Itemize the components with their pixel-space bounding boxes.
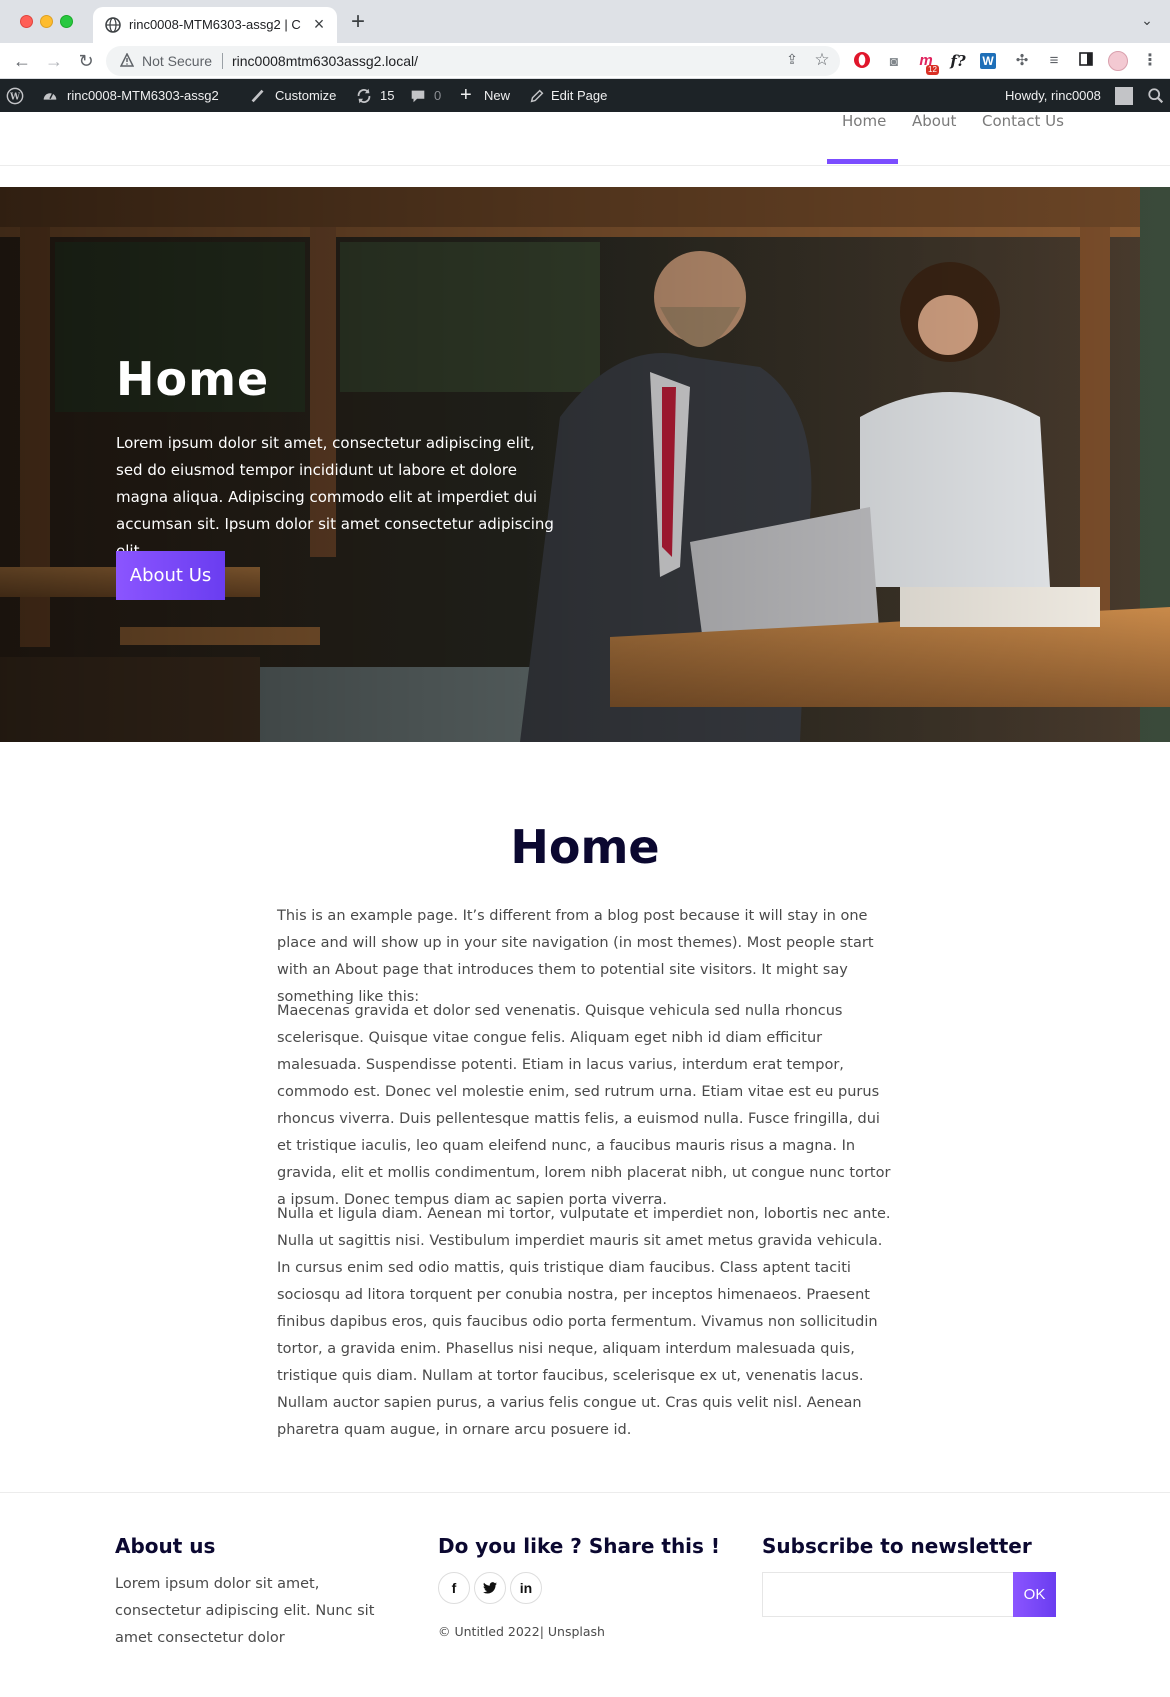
browser-tab-strip: rinc0008-MTM6303-assg2 | C × + ⌄ xyxy=(0,0,1170,43)
dashboard-gauge-icon[interactable] xyxy=(41,87,59,105)
site-header: Home About Contact Us xyxy=(0,112,1170,166)
browser-tab[interactable]: rinc0008-MTM6303-assg2 | C × xyxy=(93,7,337,43)
side-panel-glyph xyxy=(1079,52,1093,66)
admin-edit-page-link[interactable]: Edit Page xyxy=(551,79,607,112)
nav-item-home[interactable]: Home xyxy=(842,112,886,130)
maximize-window-button[interactable] xyxy=(60,15,73,28)
facebook-icon[interactable]: f xyxy=(438,1572,470,1604)
kebab-icon[interactable]: ⋮ xyxy=(1140,51,1160,71)
share-icon[interactable]: ⇪ xyxy=(782,51,802,71)
hero-description: Lorem ipsum dolor sit amet, consectetur … xyxy=(116,434,554,560)
content-paragraph-2: Maecenas gravida et dolor sed venenatis.… xyxy=(277,1003,891,1208)
star-icon[interactable]: ☆ xyxy=(812,50,832,70)
puzzle-icon[interactable]: ✣ xyxy=(1012,51,1032,71)
hero-banner: Home Lorem ipsum dolor sit amet, consect… xyxy=(0,187,1170,742)
comment-bubble-icon[interactable] xyxy=(409,87,427,105)
admin-user-avatar[interactable] xyxy=(1115,87,1133,105)
search-icon[interactable] xyxy=(1147,87,1165,105)
brush-icon[interactable] xyxy=(249,87,267,105)
pencil-icon[interactable] xyxy=(528,87,546,105)
new-tab-button[interactable]: + xyxy=(344,9,372,37)
admin-site-name[interactable]: rinc0008-MTM6303-assg2 xyxy=(67,79,219,112)
tab-title: rinc0008-MTM6303-assg2 | C xyxy=(129,17,301,32)
warning-icon[interactable] xyxy=(120,53,134,67)
about-us-button[interactable]: About Us xyxy=(116,551,225,600)
newsletter-email-input[interactable] xyxy=(762,1572,1014,1617)
plus-icon[interactable]: + xyxy=(460,79,472,112)
admin-howdy-user[interactable]: Howdy, rinc0008 xyxy=(1005,79,1101,112)
security-label[interactable]: Not Secure xyxy=(142,53,212,69)
opera-logo-icon xyxy=(854,52,870,68)
browser-toolbar: ← → ↻ Not Secure rinc0008mtm6303assg2.lo… xyxy=(0,43,1170,79)
media-control-icon[interactable]: ≡ xyxy=(1044,51,1064,71)
camera-extension-icon[interactable]: ◙ xyxy=(884,51,904,71)
content-paragraph-1: This is an example page. It’s different … xyxy=(277,908,874,1005)
twitter-bird-glyph xyxy=(483,1582,497,1594)
content-paragraph-3: Nulla et ligula diam. Aenean mi tortor, … xyxy=(277,1206,891,1438)
admin-customize-link[interactable]: Customize xyxy=(275,79,336,112)
updates-sync-icon[interactable] xyxy=(355,87,373,105)
admin-updates-count[interactable]: 15 xyxy=(380,79,394,112)
twitter-icon[interactable] xyxy=(474,1572,506,1604)
linkedin-icon[interactable]: in xyxy=(510,1572,542,1604)
footer-newsletter-title: Subscribe to newsletter xyxy=(762,1534,1032,1558)
close-tab-icon[interactable]: × xyxy=(307,12,331,36)
wp-admin-bar: W rinc0008-MTM6303-assg2 Customize 15 0 … xyxy=(0,79,1170,112)
extension-badge: 12 xyxy=(926,65,939,75)
footer-copyright: © Untitled 2022| Unsplash xyxy=(438,1624,605,1639)
footer-share-title: Do you like ? Share this ! xyxy=(438,1534,721,1558)
url-text[interactable]: rinc0008mtm6303assg2.local/ xyxy=(232,53,418,69)
active-nav-indicator xyxy=(827,159,898,164)
page-title: Home xyxy=(510,820,660,874)
divider xyxy=(222,53,223,69)
wordpress-logo-icon[interactable]: W xyxy=(6,87,24,105)
svg-text:W: W xyxy=(9,93,21,103)
newsletter-submit-button[interactable]: OK xyxy=(1013,1572,1056,1617)
hero-title: Home xyxy=(116,352,270,406)
side-panel-icon[interactable] xyxy=(1076,51,1096,71)
w-extension-icon[interactable]: W xyxy=(980,53,996,69)
address-bar[interactable]: Not Secure rinc0008mtm6303assg2.local/ ⇪… xyxy=(106,46,840,76)
nav-item-contact-us[interactable]: Contact Us xyxy=(982,112,1064,130)
nav-item-about[interactable]: About xyxy=(912,112,956,130)
admin-new-link[interactable]: New xyxy=(484,79,510,112)
reload-icon[interactable]: ↻ xyxy=(72,47,100,75)
close-window-button[interactable] xyxy=(20,15,33,28)
opera-extension-icon[interactable] xyxy=(852,51,872,71)
footer-about-title: About us xyxy=(115,1534,216,1558)
forward-icon[interactable]: → xyxy=(40,47,68,75)
footer-about-text: Lorem ipsum dolor sit amet, consectetur … xyxy=(115,1576,375,1646)
font-extension-icon[interactable]: f? xyxy=(948,51,968,71)
tab-search-chevron-icon[interactable]: ⌄ xyxy=(1136,12,1158,34)
globe-icon xyxy=(105,17,121,33)
profile-avatar[interactable] xyxy=(1108,51,1128,71)
admin-comments-count[interactable]: 0 xyxy=(434,79,441,112)
footer-divider xyxy=(0,1492,1170,1493)
back-icon[interactable]: ← xyxy=(8,47,36,75)
minimize-window-button[interactable] xyxy=(40,15,53,28)
